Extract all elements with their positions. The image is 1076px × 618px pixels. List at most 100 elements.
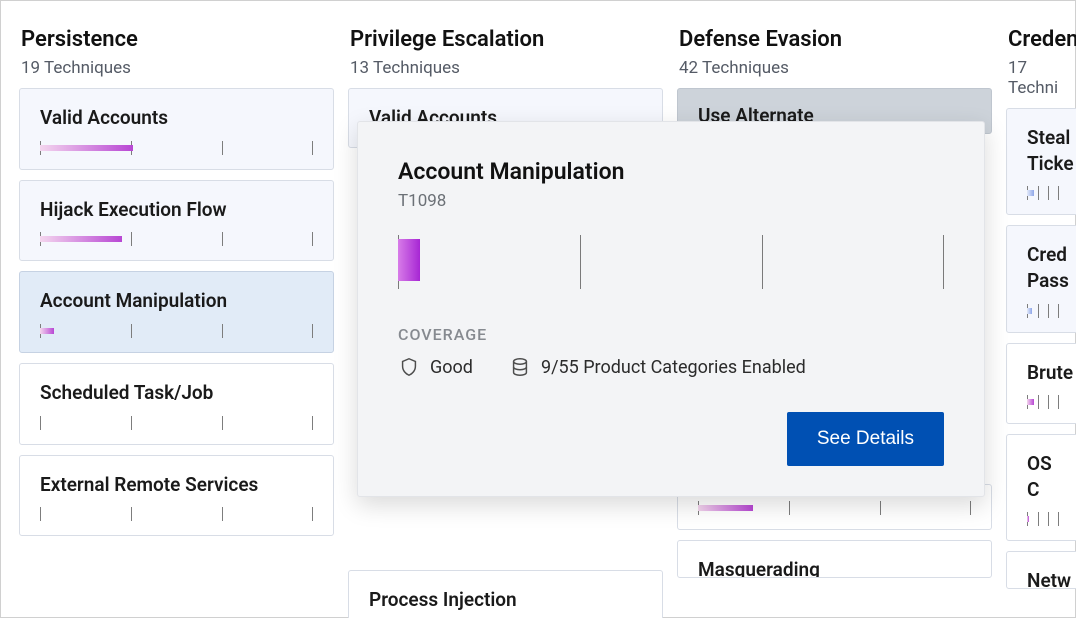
coverage-bar xyxy=(1027,186,1059,200)
technique-title: Scheduled Task/Job xyxy=(40,380,313,406)
tick-icon xyxy=(131,507,132,521)
column-header: Privilege Escalation 13 Techniques xyxy=(348,19,663,88)
coverage-categories: 9/55 Product Categories Enabled xyxy=(509,356,806,378)
bar-fill xyxy=(1027,190,1034,196)
technique-card[interactable]: Scheduled Task/Job xyxy=(19,363,334,445)
see-details-button[interactable]: See Details xyxy=(787,412,944,466)
column-header: Defense Evasion 42 Techniques xyxy=(677,19,992,88)
column-title: Defense Evasion xyxy=(679,27,990,52)
column-count: 42 Techniques xyxy=(679,58,990,78)
coverage-bar xyxy=(698,501,971,515)
coverage-bar xyxy=(40,416,313,430)
technique-title: OS C xyxy=(1027,451,1059,502)
technique-card[interactable]: Steal Ticke xyxy=(1006,108,1076,215)
tick-icon xyxy=(131,232,132,246)
tick-icon xyxy=(312,507,313,521)
popover-actions: See Details xyxy=(398,412,944,466)
coverage-bar xyxy=(40,507,313,521)
card-list: Steal Ticke Cred Pass Brute OS C Netw xyxy=(1006,108,1076,589)
coverage-row: Good 9/55 Product Categories Enabled xyxy=(398,356,944,378)
tick-icon xyxy=(312,324,313,338)
technique-title: Netw xyxy=(1027,568,1059,589)
technique-card[interactable]: Brute xyxy=(1006,343,1076,425)
tick-icon xyxy=(312,416,313,430)
technique-card[interactable]: External Remote Services xyxy=(19,455,334,537)
technique-card[interactable]: Cred Pass xyxy=(1006,225,1076,332)
technique-title: Cred Pass xyxy=(1027,242,1059,293)
coverage-status-text: Good xyxy=(430,357,473,378)
coverage-bar xyxy=(1027,304,1059,318)
tick-icon xyxy=(880,501,881,515)
technique-title: Valid Accounts xyxy=(40,105,313,131)
column-title: Creden xyxy=(1008,27,1076,52)
tick-icon xyxy=(312,141,313,155)
bar-fill xyxy=(1027,308,1032,314)
tick-icon xyxy=(40,416,41,430)
column-title: Privilege Escalation xyxy=(350,27,661,52)
technique-title: Account Manipulation xyxy=(40,288,313,314)
popover-technique-id: T1098 xyxy=(398,191,944,211)
technique-card[interactable]: Process Injection xyxy=(348,570,663,618)
tick-icon xyxy=(1038,395,1039,409)
tactic-column: Persistence 19 Techniques Valid Accounts Hi… xyxy=(19,19,334,617)
technique-title: Brute xyxy=(1027,360,1059,386)
bar-fill xyxy=(40,328,54,334)
tick-icon xyxy=(789,501,790,515)
tick-icon xyxy=(1048,395,1049,409)
tick-icon xyxy=(1038,304,1039,318)
tick-icon xyxy=(1058,304,1059,318)
tick-icon xyxy=(40,507,41,521)
technique-title: Hijack Execution Flow xyxy=(40,197,313,223)
technique-title: External Remote Services xyxy=(40,472,313,498)
bar-fill xyxy=(40,145,133,151)
coverage-bar xyxy=(1027,512,1059,526)
tick-icon xyxy=(222,324,223,338)
bar-fill xyxy=(1027,399,1034,405)
column-header: Creden 17 Techni xyxy=(1006,19,1076,108)
shield-icon xyxy=(398,356,420,378)
database-icon xyxy=(509,356,531,378)
tick-icon xyxy=(222,141,223,155)
column-header: Persistence 19 Techniques xyxy=(19,19,334,88)
tactic-column: Creden 17 Techni Steal Ticke Cred Pass Brute… xyxy=(1006,19,1076,617)
technique-title: Process Injection xyxy=(369,587,642,613)
column-count: 19 Techniques xyxy=(21,58,332,78)
coverage-categories-text: 9/55 Product Categories Enabled xyxy=(541,357,806,378)
tick-icon xyxy=(131,324,132,338)
coverage-bar xyxy=(40,141,313,155)
tick-icon xyxy=(1058,512,1059,526)
tick-icon xyxy=(762,235,763,289)
coverage-bar xyxy=(1027,395,1059,409)
tick-icon xyxy=(222,232,223,246)
tick-icon xyxy=(1038,512,1039,526)
technique-card[interactable]: OS C xyxy=(1006,434,1076,541)
technique-card[interactable]: Hijack Execution Flow xyxy=(19,180,334,262)
technique-title: Steal Ticke xyxy=(1027,125,1059,176)
tick-icon xyxy=(943,235,944,289)
technique-title: Masquerading xyxy=(698,557,971,578)
popover-bar-fill xyxy=(398,239,420,281)
coverage-label: COVERAGE xyxy=(398,325,944,344)
technique-card[interactable]: Account Manipulation xyxy=(19,271,334,353)
card-list: Valid Accounts Hijack Execution Flow Accou… xyxy=(19,88,334,536)
technique-card[interactable]: Valid Accounts xyxy=(19,88,334,170)
column-count: 17 Techni xyxy=(1008,58,1076,98)
popover-coverage-bar xyxy=(398,235,944,289)
tick-icon xyxy=(1058,186,1059,200)
tick-icon xyxy=(222,416,223,430)
technique-card[interactable]: Masquerading xyxy=(677,540,992,578)
tick-icon xyxy=(1048,186,1049,200)
tick-icon xyxy=(1048,512,1049,526)
coverage-bar xyxy=(40,232,313,246)
bar-fill xyxy=(698,505,753,511)
tick-icon xyxy=(970,501,971,515)
tick-icon xyxy=(1058,395,1059,409)
column-title: Persistence xyxy=(21,27,332,52)
column-count: 13 Techniques xyxy=(350,58,661,78)
technique-card[interactable]: Netw xyxy=(1006,551,1076,589)
tick-icon xyxy=(222,507,223,521)
bar-fill xyxy=(1027,516,1029,522)
coverage-bar xyxy=(40,324,313,338)
tick-icon xyxy=(580,235,581,289)
technique-popover: Account Manipulation T1098 COVERAGE Good… xyxy=(357,121,985,497)
